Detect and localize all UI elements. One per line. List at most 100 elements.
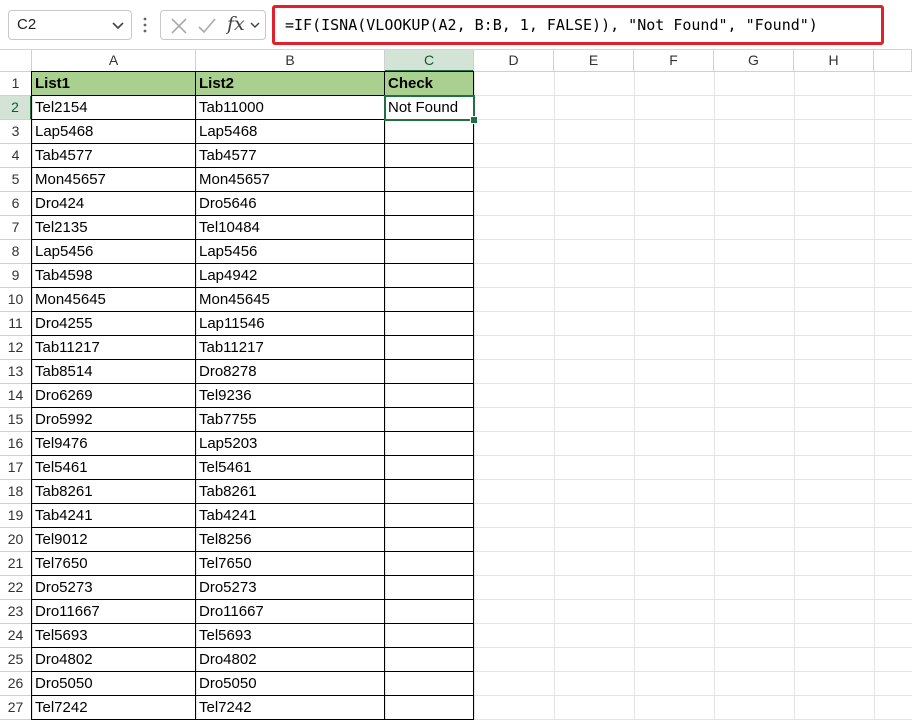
more-options-icon[interactable]: [142, 14, 148, 36]
row-header-13[interactable]: 13: [0, 360, 32, 384]
cell-b24[interactable]: Tel5693: [196, 624, 385, 648]
row-header-6[interactable]: 6: [0, 192, 32, 216]
row-header-27[interactable]: 27: [0, 696, 32, 720]
check-icon[interactable]: [197, 16, 217, 36]
cell-c14[interactable]: [385, 384, 474, 408]
cell-a22[interactable]: Dro5273: [31, 576, 196, 600]
cell-c7[interactable]: [385, 216, 474, 240]
cell-a25[interactable]: Dro4802: [31, 648, 196, 672]
cell-b22[interactable]: Dro5273: [196, 576, 385, 600]
column-header-f[interactable]: F: [634, 50, 714, 72]
cell-c5[interactable]: [385, 168, 474, 192]
row-header-2[interactable]: 2: [0, 96, 32, 120]
cell-c11[interactable]: [385, 312, 474, 336]
row-header-25[interactable]: 25: [0, 648, 32, 672]
row-header-19[interactable]: 19: [0, 504, 32, 528]
cell-a3[interactable]: Lap5468: [31, 120, 196, 144]
cell-b7[interactable]: Tel10484: [196, 216, 385, 240]
cell-b11[interactable]: Lap11546: [196, 312, 385, 336]
cell-c20[interactable]: [385, 528, 474, 552]
cell-c3[interactable]: [385, 120, 474, 144]
cell-a27[interactable]: Tel7242: [31, 696, 196, 720]
cell-c6[interactable]: [385, 192, 474, 216]
cell-b8[interactable]: Lap5456: [196, 240, 385, 264]
column-header-a[interactable]: A: [32, 50, 196, 72]
cell-c27[interactable]: [385, 696, 474, 720]
cell-a8[interactable]: Lap5456: [31, 240, 196, 264]
cell-c10[interactable]: [385, 288, 474, 312]
row-header-15[interactable]: 15: [0, 408, 32, 432]
cell-c2[interactable]: Not Found: [385, 96, 474, 120]
cell-b18[interactable]: Tab8261: [196, 480, 385, 504]
cell-a6[interactable]: Dro424: [31, 192, 196, 216]
column-header-h[interactable]: H: [794, 50, 874, 72]
cancel-icon[interactable]: [169, 16, 189, 36]
insert-function-icon[interactable]: fx: [227, 13, 245, 35]
row-header-11[interactable]: 11: [0, 312, 32, 336]
cell-a16[interactable]: Tel9476: [31, 432, 196, 456]
cell-b6[interactable]: Dro5646: [196, 192, 385, 216]
cell-c17[interactable]: [385, 456, 474, 480]
cell-b2[interactable]: Tab11000: [196, 96, 385, 120]
row-header-18[interactable]: 18: [0, 480, 32, 504]
column-header-b[interactable]: B: [196, 50, 385, 72]
cell-c12[interactable]: [385, 336, 474, 360]
cell-a24[interactable]: Tel5693: [31, 624, 196, 648]
cell-a7[interactable]: Tel2135: [31, 216, 196, 240]
cell-b9[interactable]: Lap4942: [196, 264, 385, 288]
cell-b12[interactable]: Tab11217: [196, 336, 385, 360]
cell-a9[interactable]: Tab4598: [31, 264, 196, 288]
cell-a17[interactable]: Tel5461: [31, 456, 196, 480]
cell-a19[interactable]: Tab4241: [31, 504, 196, 528]
row-header-8[interactable]: 8: [0, 240, 32, 264]
fill-handle[interactable]: [470, 116, 478, 124]
cell-c15[interactable]: [385, 408, 474, 432]
column-header-g[interactable]: G: [714, 50, 794, 72]
row-header-10[interactable]: 10: [0, 288, 32, 312]
column-header-e[interactable]: E: [554, 50, 634, 72]
cell-b3[interactable]: Lap5468: [196, 120, 385, 144]
row-header-26[interactable]: 26: [0, 672, 32, 696]
cell-c25[interactable]: [385, 648, 474, 672]
cell-c4[interactable]: [385, 144, 474, 168]
row-header-23[interactable]: 23: [0, 600, 32, 624]
row-header-21[interactable]: 21: [0, 552, 32, 576]
cell-b5[interactable]: Mon45657: [196, 168, 385, 192]
cell-c23[interactable]: [385, 600, 474, 624]
cell-a20[interactable]: Tel9012: [31, 528, 196, 552]
cell-a11[interactable]: Dro4255: [31, 312, 196, 336]
name-box[interactable]: C2: [8, 10, 132, 40]
row-header-5[interactable]: 5: [0, 168, 32, 192]
cell-b27[interactable]: Tel7242: [196, 696, 385, 720]
cell-b15[interactable]: Tab7755: [196, 408, 385, 432]
row-header-14[interactable]: 14: [0, 384, 32, 408]
row-header-7[interactable]: 7: [0, 216, 32, 240]
cell-b25[interactable]: Dro4802: [196, 648, 385, 672]
cell-c19[interactable]: [385, 504, 474, 528]
cell-b23[interactable]: Dro11667: [196, 600, 385, 624]
column-header-d[interactable]: D: [474, 50, 554, 72]
cell-c24[interactable]: [385, 624, 474, 648]
cell-b26[interactable]: Dro5050: [196, 672, 385, 696]
cell-a2[interactable]: Tel2154: [31, 96, 196, 120]
cell-c9[interactable]: [385, 264, 474, 288]
cell-a10[interactable]: Mon45645: [31, 288, 196, 312]
cell-c21[interactable]: [385, 552, 474, 576]
cell-a12[interactable]: Tab11217: [31, 336, 196, 360]
row-header-16[interactable]: 16: [0, 432, 32, 456]
select-all-corner[interactable]: [0, 50, 32, 72]
cell-b19[interactable]: Tab4241: [196, 504, 385, 528]
cell-a5[interactable]: Mon45657: [31, 168, 196, 192]
cell-a21[interactable]: Tel7650: [31, 552, 196, 576]
cell-c22[interactable]: [385, 576, 474, 600]
cell-c8[interactable]: [385, 240, 474, 264]
cell-b14[interactable]: Tel9236: [196, 384, 385, 408]
chevron-down-icon[interactable]: [249, 19, 261, 31]
cell-b4[interactable]: Tab4577: [196, 144, 385, 168]
cell-b10[interactable]: Mon45645: [196, 288, 385, 312]
cell-a4[interactable]: Tab4577: [31, 144, 196, 168]
cell-a18[interactable]: Tab8261: [31, 480, 196, 504]
cell-c18[interactable]: [385, 480, 474, 504]
cell-a15[interactable]: Dro5992: [31, 408, 196, 432]
row-header-1[interactable]: 1: [0, 72, 32, 96]
